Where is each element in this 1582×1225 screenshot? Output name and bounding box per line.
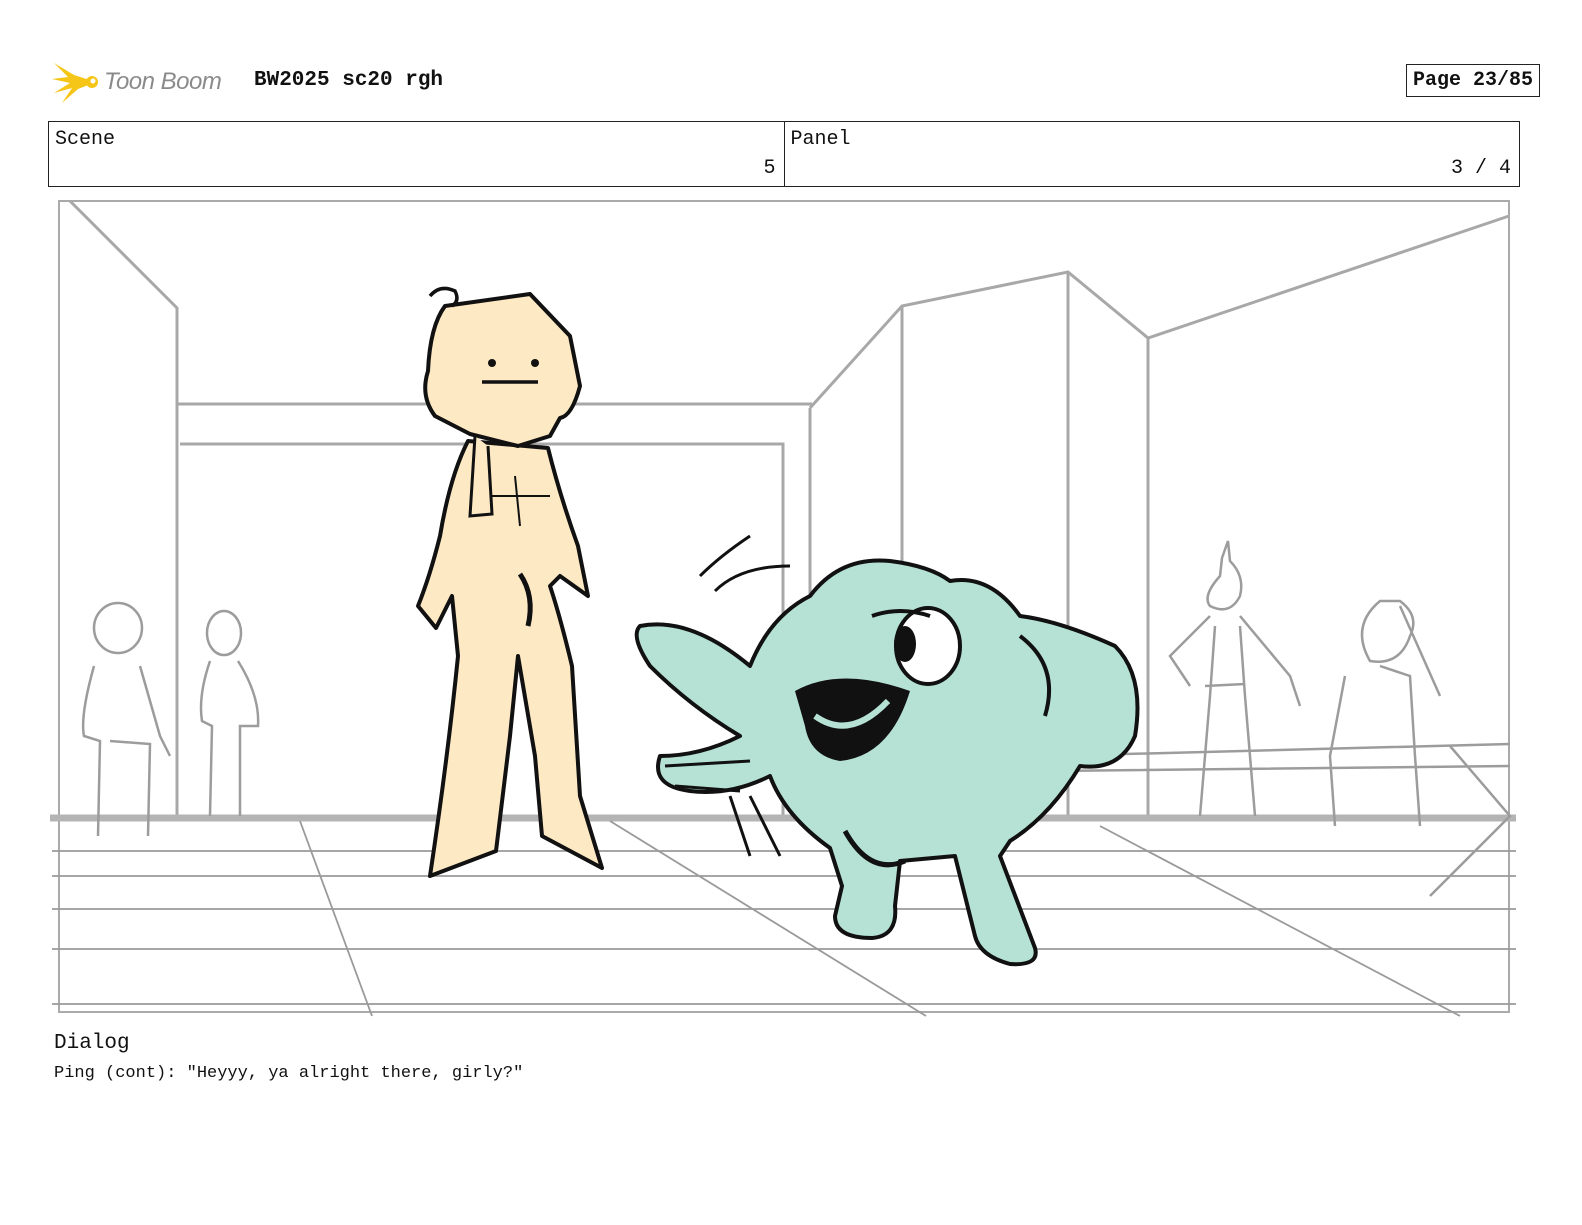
document-title: BW2025 sc20 rgh [254,69,444,92]
logo-text: Toon Boom [104,68,222,95]
scene-panel-table: Scene 5 Panel 3 / 4 [48,121,1520,187]
panel-cell: Panel 3 / 4 [783,122,1520,186]
starburst-icon [52,63,98,103]
storyboard-drawing [50,199,1516,1017]
page-header: Toon Boom BW2025 sc20 rgh Page 23/85 [52,56,1540,108]
dialog-text: Ping (cont): "Heyyy, ya alright there, g… [54,1064,524,1083]
storyboard-panel-image [50,196,1518,1018]
dialog-label: Dialog [54,1032,130,1055]
scene-number: 5 [763,157,776,180]
page-number-box: Page 23/85 [1405,64,1540,97]
panel-number: 3 / 4 [1450,157,1511,180]
panel-label: Panel [790,128,851,151]
toon-boom-logo: Toon Boom [52,56,222,108]
scene-label: Scene [55,128,116,151]
scene-cell: Scene 5 [49,122,784,186]
